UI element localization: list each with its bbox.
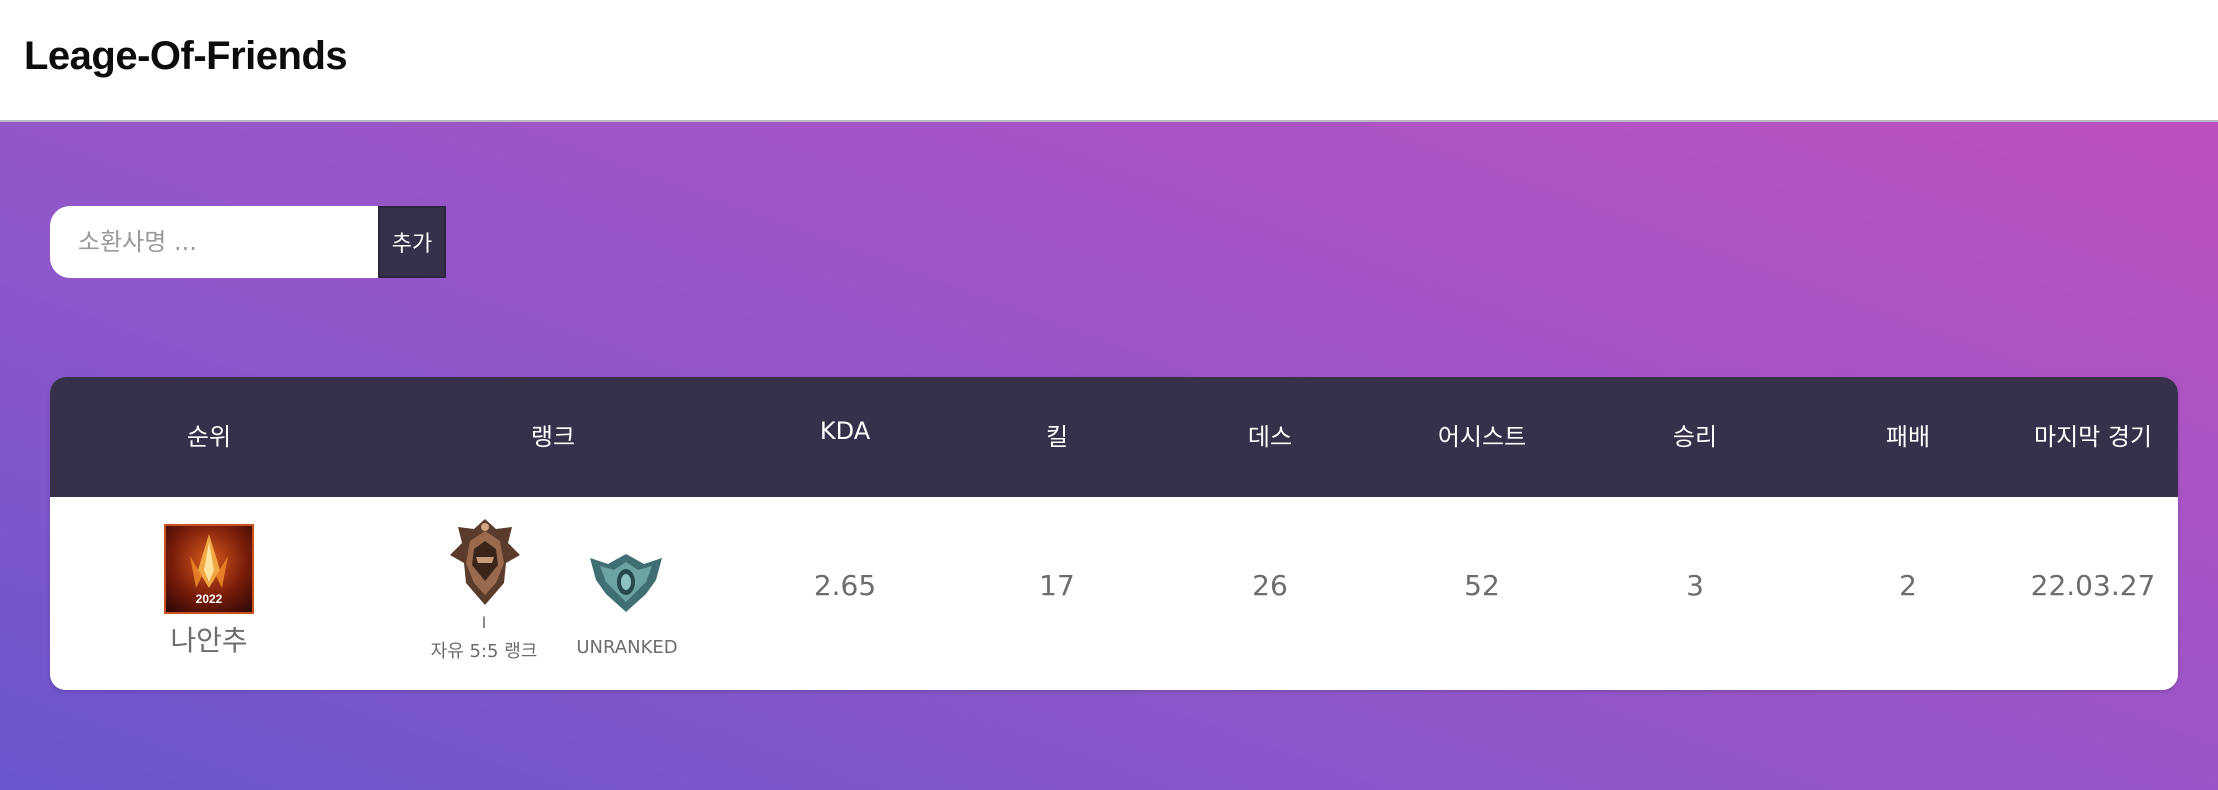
header-losses: 패배 — [1885, 423, 1931, 451]
header-wins: 승리 — [1672, 423, 1718, 451]
kills-value: 17 — [1039, 569, 1075, 602]
losses-value: 2 — [1899, 569, 1917, 602]
profile-icon-year: 2022 — [195, 592, 223, 606]
flex-rank-queue-label: 자유 5:5 랭크 — [430, 641, 538, 662]
header-assists: 어시스트 — [1437, 423, 1527, 451]
wins-value: 3 — [1686, 569, 1704, 602]
top-header: Leage-Of-Friends — [0, 0, 2218, 122]
assists-value: 52 — [1464, 569, 1500, 602]
flex-rank-tier: I — [481, 613, 487, 632]
unranked-emblem-icon — [586, 550, 666, 620]
deaths-value: 26 — [1252, 569, 1288, 602]
header-last-game: 마지막 경기 — [2033, 423, 2153, 451]
header-kda: KDA — [819, 417, 871, 445]
add-summoner-button[interactable]: 추가 — [378, 206, 446, 278]
kda-value: 2.65 — [813, 569, 877, 602]
last-game-value: 22.03.27 — [2030, 569, 2156, 602]
summoner-name-input[interactable] — [50, 206, 378, 278]
header-rank-position: 순위 — [186, 423, 232, 451]
table-header: 순위 랭크 KDA 킬 데스 어시스트 승리 패배 마지막 경기 — [50, 377, 2178, 497]
profile-2022-icon: 2022 — [164, 524, 254, 614]
summoner-name[interactable]: 나안추 — [170, 619, 247, 659]
header-rank: 랭크 — [530, 423, 576, 451]
table-row[interactable]: 2022 나안추 I 자유 5:5 랭크 UNRANKED 2.65 17 26… — [50, 497, 2178, 690]
summoner-search-form: 추가 — [50, 206, 446, 278]
summoner-table: 순위 랭크 KDA 킬 데스 어시스트 승리 패배 마지막 경기 2022 나안… — [50, 377, 2178, 690]
bronze-emblem-icon — [446, 517, 524, 613]
header-kills: 킬 — [1045, 423, 1069, 451]
header-deaths: 데스 — [1247, 423, 1293, 451]
solo-rank-label: UNRANKED — [576, 637, 678, 658]
app-title: Leage-Of-Friends — [24, 34, 348, 78]
